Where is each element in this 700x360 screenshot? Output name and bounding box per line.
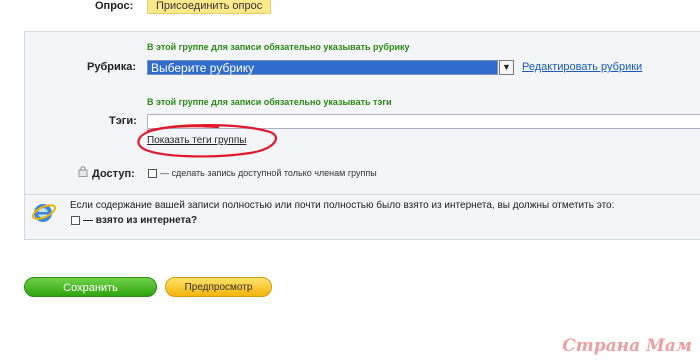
members-only-checkbox[interactable] [148,169,157,178]
members-only-text: — сделать запись доступной только членам… [160,168,377,178]
save-button[interactable]: Сохранить [24,277,157,297]
site-watermark: Страна Мам [562,336,692,356]
from-internet-checkbox[interactable] [71,216,80,225]
red-circle-annotation [137,124,277,158]
from-internet-text: — взято из интернета? [83,215,198,226]
lock-icon [78,166,88,177]
rubric-hint: В этой группе для записи обязательно ука… [147,42,410,52]
tags-hint: В этой группе для записи обязательно ука… [147,97,392,107]
chevron-down-icon[interactable]: ▼ [499,60,514,75]
preview-button[interactable]: Предпросмотр [165,277,272,297]
attach-poll-button[interactable]: Присоединить опрос [147,0,272,14]
rubric-label: Рубрика: [87,61,137,73]
access-label: Доступ: [92,168,135,180]
edit-rubrics-link[interactable]: Редактировать рубрики [522,61,642,73]
internet-explorer-icon [31,204,57,222]
internet-notice: Если содержание вашей записи полностью и… [70,200,615,211]
rubric-select[interactable]: Выберите рубрику [147,60,498,75]
poll-label: Опрос: [95,0,134,12]
panel-divider [24,194,700,195]
